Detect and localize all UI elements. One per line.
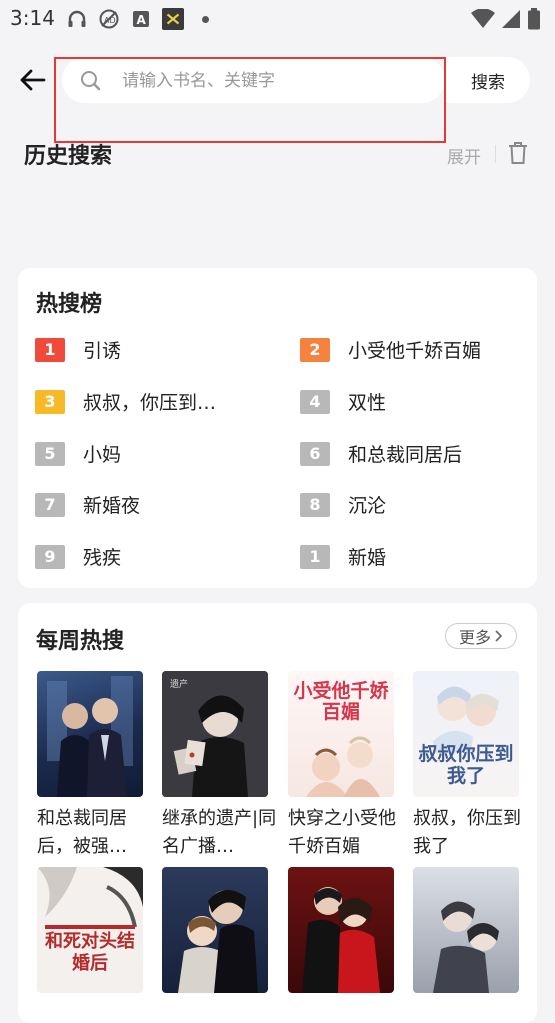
book-item[interactable]: 遗产 继承的遗产|同名广播… bbox=[162, 671, 276, 861]
book-cover bbox=[413, 867, 519, 993]
book-item[interactable] bbox=[288, 867, 394, 1001]
wifi-icon bbox=[471, 8, 495, 33]
book-title: 继承的遗产|同名广播… bbox=[162, 808, 277, 857]
hot-item[interactable]: 1 引诱 bbox=[35, 336, 121, 363]
book-cover bbox=[37, 671, 143, 797]
cover-title: 小受他千娇百媚 bbox=[293, 680, 389, 723]
cover-title: 和死对头结婚后 bbox=[45, 931, 135, 974]
back-button[interactable] bbox=[14, 62, 50, 98]
book-title: 快穿之小受他千娇百媚 bbox=[288, 808, 396, 857]
rank-badge: 7 bbox=[35, 492, 65, 517]
rank-badge: 3 bbox=[35, 389, 65, 414]
book-cover: 叔叔你压到我了 bbox=[413, 671, 519, 797]
hot-item-label: 新婚 bbox=[348, 547, 387, 569]
hot-item[interactable]: 7 新婚夜 bbox=[35, 491, 140, 518]
hot-item[interactable]: 2 小受他千娇百媚 bbox=[300, 336, 481, 363]
hot-item[interactable]: 9 残疾 bbox=[35, 543, 121, 570]
hot-item[interactable]: 6 和总裁同居后 bbox=[300, 440, 462, 467]
hot-list-card: 热搜榜 1 引诱 2 小受他千娇百媚 3 叔叔，你压到… 4 双性 5 小妈 6… bbox=[18, 268, 537, 588]
hot-item-label: 残疾 bbox=[83, 547, 122, 569]
hot-item-label: 小受他千娇百媚 bbox=[348, 340, 482, 362]
status-bar: 3:14 AD A bbox=[0, 0, 555, 38]
svg-text:A: A bbox=[137, 13, 147, 27]
book-cover: 和死对头结婚后 bbox=[37, 867, 143, 993]
nfc-off-icon: AD bbox=[98, 8, 120, 30]
rank-badge: 9 bbox=[35, 544, 65, 569]
hot-list-title: 热搜榜 bbox=[36, 292, 103, 317]
book-title: 和总裁同居后，被强… bbox=[37, 808, 127, 857]
hot-item-label: 新婚夜 bbox=[83, 495, 141, 517]
search-icon bbox=[80, 70, 102, 96]
expand-button[interactable]: 展开 bbox=[447, 143, 481, 168]
book-item[interactable]: 叔叔你压到我了 叔叔，你压到我了 bbox=[413, 671, 521, 861]
hot-item[interactable]: 4 双性 bbox=[300, 388, 386, 415]
status-time: 3:14 bbox=[10, 6, 55, 30]
more-button[interactable]: 更多 bbox=[445, 623, 517, 649]
hot-item[interactable]: 1 新婚 bbox=[300, 543, 386, 570]
hot-item-label: 叔叔，你压到… bbox=[83, 392, 217, 414]
clear-history-button[interactable] bbox=[507, 141, 529, 165]
rank-badge: 5 bbox=[35, 441, 65, 466]
search-input[interactable] bbox=[122, 68, 422, 94]
book-cover bbox=[162, 867, 268, 993]
weekly-title: 每周热搜 bbox=[36, 629, 125, 654]
rank-badge: 2 bbox=[300, 337, 330, 362]
hot-item-label: 和总裁同居后 bbox=[348, 444, 463, 466]
book-item[interactable] bbox=[413, 867, 519, 1001]
divider bbox=[495, 145, 496, 163]
battery-icon bbox=[527, 8, 541, 34]
history-title: 历史搜索 bbox=[24, 144, 113, 169]
book-item[interactable]: 小受他千娇百媚 快穿之小受他千娇百媚 bbox=[288, 671, 396, 861]
book-cover: 遗产 bbox=[162, 671, 268, 797]
rank-badge: 6 bbox=[300, 441, 330, 466]
rank-badge: 4 bbox=[300, 389, 330, 414]
svg-text:AD: AD bbox=[104, 16, 116, 25]
more-label: 更多 bbox=[458, 628, 491, 647]
headset-icon bbox=[66, 8, 88, 30]
hot-item[interactable]: 5 小妈 bbox=[35, 440, 121, 467]
book-title: 叔叔，你压到我了 bbox=[413, 808, 521, 857]
rank-badge: 1 bbox=[35, 337, 65, 362]
signal-icon bbox=[501, 9, 521, 33]
hot-item-label: 沉沦 bbox=[348, 495, 387, 517]
font-a-icon: A bbox=[130, 8, 152, 30]
book-item[interactable] bbox=[162, 867, 268, 1001]
notification-dot-icon bbox=[201, 15, 209, 23]
weekly-card: 每周热搜 更多 和总裁同居后，被强… 遗产 继承的遗产|同名广播… 小受他千娇百… bbox=[18, 603, 537, 1023]
app-notification-icon bbox=[162, 8, 184, 30]
cover-title: 叔叔你压到我了 bbox=[418, 743, 514, 787]
hot-item-label: 引诱 bbox=[83, 340, 122, 362]
rank-badge: 1 bbox=[300, 544, 330, 569]
chevron-right-icon bbox=[495, 630, 503, 642]
svg-text:遗产: 遗产 bbox=[170, 678, 188, 690]
book-cover bbox=[288, 867, 394, 993]
rank-badge: 8 bbox=[300, 492, 330, 517]
hot-item-label: 小妈 bbox=[83, 444, 122, 466]
trash-icon bbox=[509, 142, 527, 164]
arrow-left-icon bbox=[20, 69, 46, 91]
hot-item[interactable]: 8 沉沦 bbox=[300, 491, 386, 518]
book-item[interactable]: 和总裁同居后，被强… bbox=[37, 671, 143, 861]
search-button[interactable]: 搜索 bbox=[446, 57, 530, 103]
book-cover: 小受他千娇百媚 bbox=[288, 671, 394, 797]
book-item[interactable]: 和死对头结婚后 bbox=[37, 867, 143, 1001]
hot-item-label: 双性 bbox=[348, 392, 387, 414]
hot-item[interactable]: 3 叔叔，你压到… bbox=[35, 388, 216, 415]
